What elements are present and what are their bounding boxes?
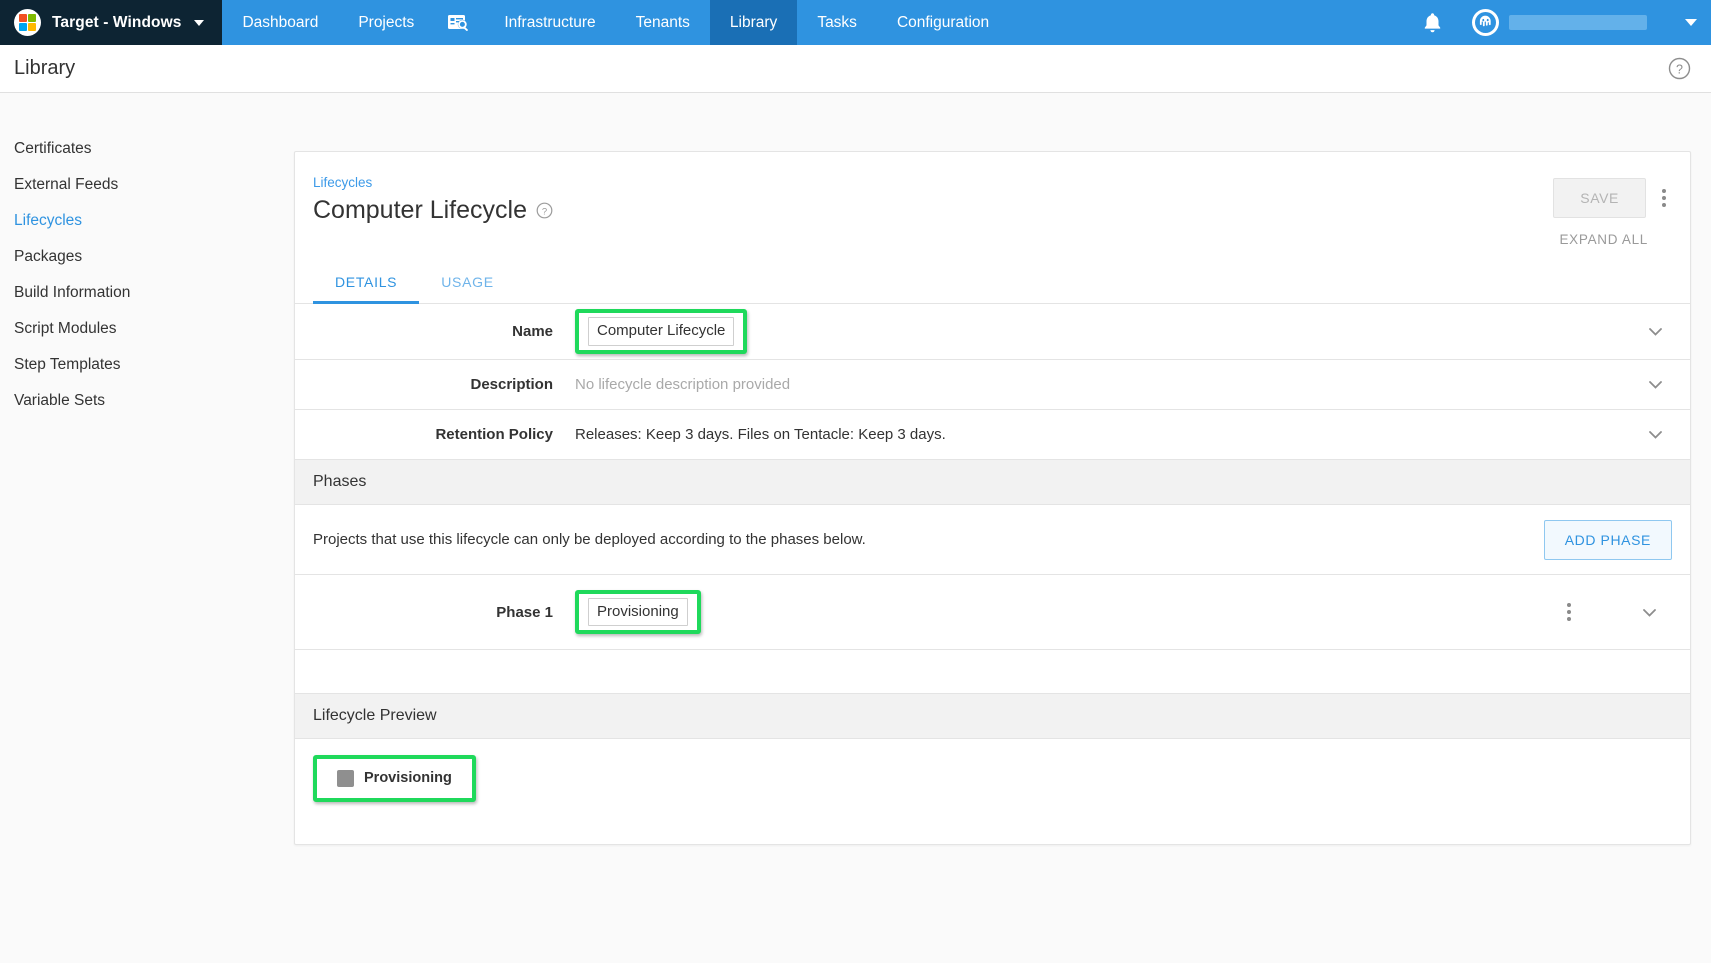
brand-space-selector[interactable]: Target - Windows <box>0 0 222 45</box>
detail-label-description: Description <box>295 376 575 393</box>
svg-text:?: ? <box>542 206 547 217</box>
sidebar-item-variable-sets[interactable]: Variable Sets <box>0 383 294 419</box>
tab-details[interactable]: DETAILS <box>313 261 419 304</box>
preview-chip-provisioning[interactable]: Provisioning <box>326 763 463 794</box>
sidebar-item-build-information[interactable]: Build Information <box>0 275 294 311</box>
section-header-lifecycle-preview: Lifecycle Preview <box>295 694 1690 739</box>
phase-value-wrap: Provisioning <box>575 590 1530 635</box>
nav-item-search[interactable] <box>434 0 484 45</box>
page-body: Certificates External Feeds Lifecycles P… <box>0 93 1711 963</box>
nav-item-tenants[interactable]: Tenants <box>616 0 710 45</box>
phases-description-row: Projects that use this lifecycle can onl… <box>295 505 1690 575</box>
card-header-actions-row: SAVE <box>1553 178 1672 218</box>
sidebar-item-packages[interactable]: Packages <box>0 239 294 275</box>
main-content: Lifecycles Computer Lifecycle ? SAV <box>294 93 1711 963</box>
entity-title: Computer Lifecycle <box>313 196 527 225</box>
breadcrumb-lifecycles[interactable]: Lifecycles <box>313 175 372 190</box>
lifecycle-card: Lifecycles Computer Lifecycle ? SAV <box>294 151 1691 845</box>
detail-label-retention-policy: Retention Policy <box>295 426 575 443</box>
detail-row-name: Name Computer Lifecycle <box>295 304 1690 360</box>
tab-usage[interactable]: USAGE <box>419 261 516 304</box>
more-vertical-icon[interactable] <box>1656 183 1672 213</box>
page-header: Library ? <box>0 45 1711 93</box>
detail-label-name: Name <box>295 323 575 340</box>
nav-item-library[interactable]: Library <box>710 0 797 45</box>
sidebar-item-script-modules[interactable]: Script Modules <box>0 311 294 347</box>
chevron-down-icon[interactable] <box>1640 603 1659 622</box>
add-phase-button[interactable]: ADD PHASE <box>1544 520 1672 560</box>
search-card-icon <box>448 14 470 32</box>
phase-row: Phase 1 Provisioning <box>295 575 1690 650</box>
save-button[interactable]: SAVE <box>1553 178 1646 218</box>
page-title: Library <box>14 57 75 80</box>
preview-chip-highlight-box: Provisioning <box>313 755 476 802</box>
chevron-down-icon[interactable] <box>1620 322 1690 341</box>
card-header-left: Lifecycles Computer Lifecycle ? <box>313 174 553 247</box>
section-header-phases: Phases <box>295 460 1690 505</box>
chevron-down-icon[interactable] <box>1620 375 1690 394</box>
username-label <box>1509 15 1647 30</box>
notification-bell-icon[interactable] <box>1423 12 1442 33</box>
nav-item-tasks[interactable]: Tasks <box>797 0 877 45</box>
octopus-avatar-icon[interactable] <box>1472 9 1499 36</box>
primary-nav-links: Dashboard Projects Infrastructure Tenant… <box>222 0 1009 45</box>
phase-row-actions <box>1530 597 1690 627</box>
detail-value-name[interactable]: Computer Lifecycle <box>588 317 734 346</box>
entity-title-row: Computer Lifecycle ? <box>313 196 553 225</box>
card-tabs: DETAILS USAGE <box>295 261 1690 304</box>
help-circle-icon[interactable]: ? <box>1668 57 1691 80</box>
chevron-down-icon[interactable] <box>1620 425 1690 444</box>
nav-item-projects[interactable]: Projects <box>338 0 434 45</box>
detail-value-name-wrap: Computer Lifecycle <box>575 309 1620 354</box>
phase-value[interactable]: Provisioning <box>588 598 688 627</box>
detail-row-retention-policy: Retention Policy Releases: Keep 3 days. … <box>295 410 1690 460</box>
name-highlight-box: Computer Lifecycle <box>575 309 747 354</box>
phase-spacer-row <box>295 650 1690 694</box>
brand-label: Target - Windows <box>52 14 181 32</box>
nav-right-group <box>1423 0 1711 45</box>
phases-description: Projects that use this lifecycle can onl… <box>313 531 866 548</box>
top-navigation-bar: Target - Windows Dashboard Projects Infr… <box>0 0 1711 45</box>
phase-color-swatch-icon <box>337 770 354 787</box>
nav-item-dashboard[interactable]: Dashboard <box>222 0 338 45</box>
expand-all-button[interactable]: EXPAND ALL <box>1559 232 1648 247</box>
phase-label: Phase 1 <box>295 604 575 621</box>
card-header: Lifecycles Computer Lifecycle ? SAV <box>295 152 1690 247</box>
detail-value-description[interactable]: No lifecycle description provided <box>575 376 1620 393</box>
svg-text:?: ? <box>1676 62 1683 76</box>
sidebar-item-lifecycles[interactable]: Lifecycles <box>0 203 294 239</box>
card-header-actions: SAVE EXPAND ALL <box>1553 174 1672 247</box>
sidebar-item-external-feeds[interactable]: External Feeds <box>0 167 294 203</box>
detail-row-description: Description No lifecycle description pro… <box>295 360 1690 410</box>
lifecycle-preview-body: Provisioning <box>295 739 1690 844</box>
help-circle-icon[interactable]: ? <box>536 202 553 219</box>
sidebar-item-step-templates[interactable]: Step Templates <box>0 347 294 383</box>
nav-item-infrastructure[interactable]: Infrastructure <box>484 0 615 45</box>
detail-value-retention-policy[interactable]: Releases: Keep 3 days. Files on Tentacle… <box>575 426 1620 443</box>
sidebar-item-certificates[interactable]: Certificates <box>0 131 294 167</box>
microsoft-logo-icon <box>14 9 41 36</box>
user-menu-chevron-down-icon[interactable] <box>1685 19 1697 26</box>
phase-highlight-box: Provisioning <box>575 590 701 635</box>
chevron-down-icon <box>194 20 204 26</box>
more-vertical-icon[interactable] <box>1561 597 1577 627</box>
preview-chip-label: Provisioning <box>364 771 452 787</box>
library-sidebar: Certificates External Feeds Lifecycles P… <box>0 93 294 963</box>
nav-item-configuration[interactable]: Configuration <box>877 0 1009 45</box>
